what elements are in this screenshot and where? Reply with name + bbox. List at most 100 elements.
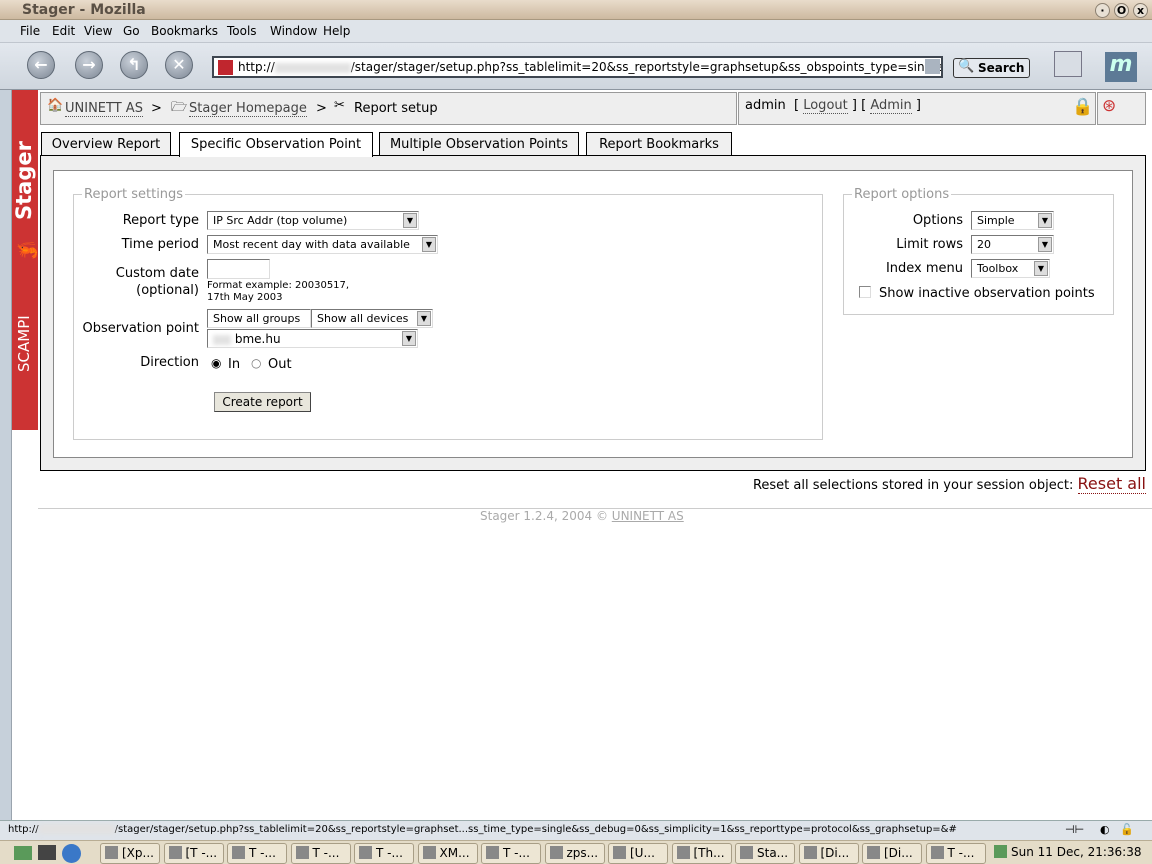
terminal-launcher-icon[interactable]	[38, 845, 56, 860]
menu-file[interactable]: File	[20, 24, 40, 38]
groups-select[interactable]: Show all groups	[207, 309, 311, 328]
taskbar-item[interactable]: Sta...	[735, 843, 795, 864]
chevron-down-icon: ▼	[1034, 261, 1048, 276]
url-input[interactable]: http:// /stager/stager/setup.php?ss_table…	[212, 56, 943, 78]
taskbar-item-label: T -...	[947, 846, 975, 860]
options-label: Options	[912, 213, 963, 228]
direction-out-label: Out	[268, 357, 292, 372]
taskbar-item[interactable]: [Di...	[798, 843, 859, 864]
options-value: Simple	[977, 214, 1015, 227]
status-url: /stager/stager/setup.php?ss_tablelimit=2…	[114, 824, 957, 835]
breadcrumb-stager-homepage[interactable]: Stager Homepage	[189, 101, 307, 117]
menu-go[interactable]: Go	[123, 24, 140, 38]
menu-tools[interactable]: Tools	[227, 24, 257, 38]
cookie-icon[interactable]: ◐	[1100, 823, 1110, 836]
browser-launcher-icon[interactable]	[62, 844, 81, 863]
admin-link[interactable]: Admin	[870, 98, 912, 114]
report-type-value: IP Src Addr (top volume)	[213, 214, 348, 227]
forward-icon[interactable]: →	[75, 51, 103, 79]
search-label: Search	[978, 61, 1025, 75]
app-icon	[676, 846, 690, 859]
footer-uninett-link[interactable]: UNINETT AS	[612, 509, 684, 523]
direction-in-radio[interactable]: ◉	[211, 356, 221, 370]
taskbar-item-label: zps...	[566, 846, 599, 860]
app-icon	[803, 846, 817, 859]
tab-specific-observation-point[interactable]: Specific Observation Point	[179, 132, 373, 157]
limit-rows-select[interactable]: 20 ▼	[971, 235, 1054, 254]
taskbar-item[interactable]: XM...	[417, 843, 478, 864]
online-icon[interactable]: ⊣⊢	[1065, 823, 1084, 836]
taskbar-item-label: [T -...	[185, 846, 218, 860]
taskbar-item[interactable]: T -...	[227, 843, 287, 864]
app-icon	[613, 846, 626, 859]
menu-view[interactable]: View	[84, 24, 112, 38]
index-menu-label: Index menu	[885, 261, 963, 276]
taskbar-item[interactable]: T -...	[925, 843, 986, 864]
taskbar-item[interactable]: [T -...	[163, 843, 224, 864]
devices-select[interactable]: Show all devices ▼	[311, 309, 433, 328]
taskbar-item[interactable]: T -...	[290, 843, 351, 864]
maximize-button[interactable]: O	[1114, 3, 1129, 18]
stop-icon[interactable]: ✕	[165, 51, 193, 79]
back-icon[interactable]: ←	[27, 51, 55, 79]
time-period-select[interactable]: Most recent day with data available ▼	[207, 235, 438, 254]
app-icon	[486, 846, 499, 859]
menu-bookmarks[interactable]: Bookmarks	[151, 24, 218, 38]
taskbar-item[interactable]: [U...	[608, 843, 668, 864]
url-prefix: http://	[238, 60, 275, 74]
taskbar-item[interactable]: [Di...	[862, 843, 922, 864]
show-desktop-icon[interactable]	[14, 846, 32, 860]
chevron-down-icon: ▼	[402, 331, 416, 346]
report-type-select[interactable]: IP Src Addr (top volume) ▼	[207, 211, 419, 230]
security-lock-icon[interactable]: 🔓	[1120, 823, 1134, 836]
app-icon	[168, 846, 182, 859]
taskbar-item[interactable]: [Th...	[671, 843, 732, 864]
taskbar-item[interactable]: [Xp...	[100, 843, 160, 864]
taskbar-item[interactable]: zps...	[544, 843, 605, 864]
tab-overview-report[interactable]: Overview Report	[41, 132, 171, 156]
breadcrumb-separator: >	[316, 101, 327, 116]
sidebar-grippy[interactable]	[0, 90, 12, 820]
app-icon	[930, 846, 944, 859]
mozilla-logo-icon: m	[1105, 52, 1137, 82]
logout-link[interactable]: Logout	[803, 98, 848, 114]
user-box: admin [ Logout ] [ Admin ] 🔒	[738, 92, 1096, 125]
lifebuoy-help-icon[interactable]: ⊛	[1102, 96, 1116, 116]
url-dropdown-icon[interactable]	[925, 59, 940, 74]
folder-icon: 🗁	[171, 100, 188, 115]
minimize-button[interactable]: ·	[1095, 3, 1110, 18]
app-icon	[232, 846, 245, 859]
show-inactive-checkbox[interactable]	[859, 286, 871, 298]
menu-help[interactable]: Help	[323, 24, 350, 38]
create-report-button[interactable]: Create report	[214, 392, 311, 412]
taskbar-item-label: T -...	[312, 846, 340, 860]
breadcrumb-home[interactable]: UNINETT AS	[65, 101, 143, 117]
time-period-value: Most recent day with data available	[213, 238, 410, 251]
device-select[interactable]: bme.hu ▼	[207, 329, 418, 348]
custom-date-input[interactable]	[207, 259, 270, 279]
search-button[interactable]: 🔍 Search	[953, 58, 1030, 78]
tab-multiple-observation-points[interactable]: Multiple Observation Points	[379, 132, 579, 156]
taskbar-item[interactable]: T -...	[481, 843, 541, 864]
options-select[interactable]: Simple ▼	[971, 211, 1054, 230]
reset-all-link[interactable]: Reset all	[1077, 474, 1146, 494]
reload-icon[interactable]: ↰	[120, 51, 148, 79]
taskbar-item-label: T -...	[503, 846, 530, 860]
report-options-legend: Report options	[854, 187, 950, 202]
search-icon: 🔍	[958, 59, 975, 74]
index-menu-select[interactable]: Toolbox ▼	[971, 259, 1050, 278]
tab-report-bookmarks[interactable]: Report Bookmarks	[586, 132, 732, 156]
taskbar-item[interactable]: T -...	[354, 843, 414, 864]
footer: Stager 1.2.4, 2004 © UNINETT AS	[480, 509, 684, 523]
window-title: Stager - Mozilla	[22, 2, 146, 18]
lock-icon[interactable]: 🔒	[1072, 97, 1093, 117]
close-button[interactable]: x	[1133, 3, 1148, 18]
app-icon	[422, 846, 436, 859]
menu-edit[interactable]: Edit	[52, 24, 75, 38]
app-icon	[867, 846, 880, 859]
time-period-label: Time period	[121, 237, 199, 252]
direction-out-radio[interactable]: ○	[251, 356, 261, 370]
home-icon: 🏠	[47, 98, 64, 113]
menu-window[interactable]: Window	[270, 24, 317, 38]
print-icon[interactable]	[1054, 51, 1082, 77]
